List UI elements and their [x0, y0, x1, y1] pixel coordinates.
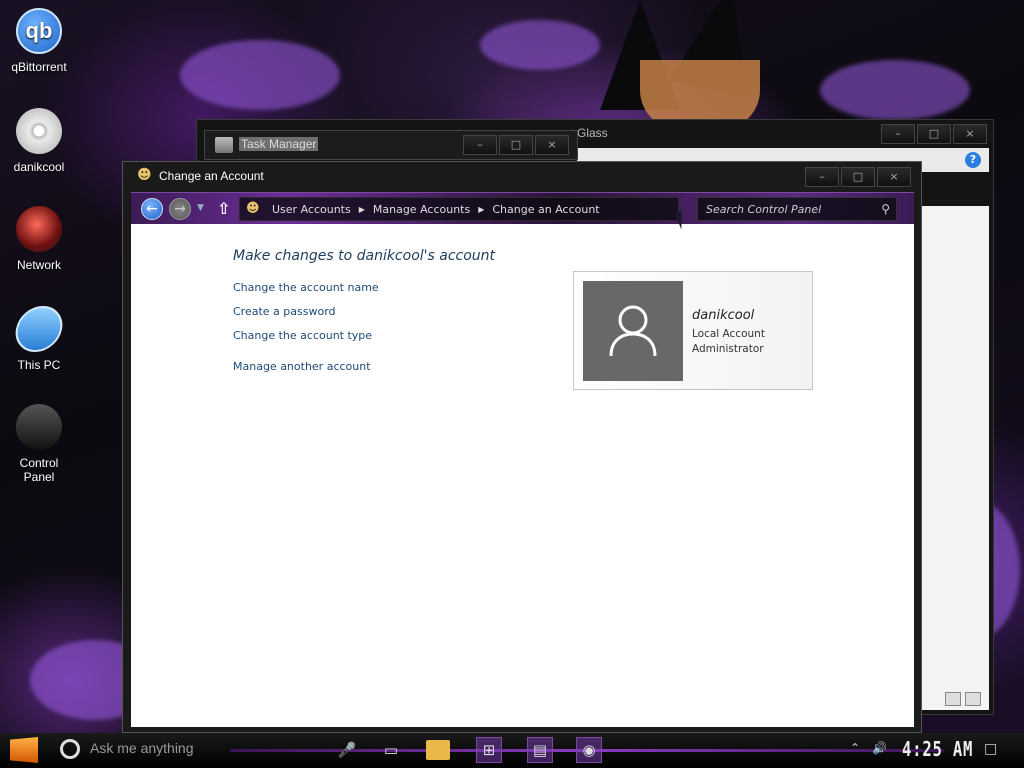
computer-icon [11, 306, 67, 352]
title-bar[interactable]: ☻ Change an Account – □ × [123, 162, 921, 192]
store-icon[interactable]: ⊞ [476, 737, 502, 763]
breadcrumb-change-account[interactable]: Change an Account [492, 203, 599, 216]
taskbar: Ask me anything 🎤 ▭ ⊞ ▤ ◉ ⌃ 🔊 4:25 AM □ [0, 733, 1024, 768]
search-placeholder: Search Control Panel [706, 202, 822, 216]
account-role: Administrator [692, 343, 764, 355]
wallpaper-splatter [180, 40, 340, 110]
help-icon[interactable]: ? [965, 152, 981, 168]
action-center-icon[interactable]: □ [984, 741, 997, 757]
recent-locations-chevron-icon[interactable]: ▼ [197, 203, 204, 213]
window-title: Change an Account [159, 169, 264, 183]
desktop-icon-qbittorrent[interactable]: qb qBittorrent [4, 8, 74, 74]
minimize-button[interactable]: – [881, 124, 915, 144]
window-controls: – □ × [805, 167, 911, 187]
account-name: danikcool [692, 308, 755, 323]
breadcrumb-separator-icon[interactable]: ▶ [478, 205, 484, 214]
desktop-icon-control-panel[interactable]: Control Panel [4, 404, 74, 484]
microphone-icon[interactable]: 🎤 [334, 737, 360, 763]
desktop-icon-label: Network [16, 258, 61, 272]
search-input[interactable]: Search Control Panel ⚲ [697, 197, 897, 221]
background-window-title: Glass [577, 126, 608, 140]
forward-arrow-icon[interactable]: → [169, 198, 191, 220]
cortana-icon[interactable] [60, 739, 80, 759]
account-card: danikcool Local Account Administrator [573, 271, 813, 390]
desktop-icon-network[interactable]: Network [4, 206, 74, 272]
search-icon[interactable]: ⚲ [881, 202, 890, 216]
avatar [583, 281, 683, 381]
change-account-window[interactable]: ☻ Change an Account – □ × ← → ▼ ⇧ ☻ User… [122, 161, 922, 733]
window-controls: – □ × [881, 124, 987, 144]
large-icons-view-icon[interactable] [965, 692, 981, 706]
wallpaper-splatter [480, 20, 600, 70]
control-panel-icon [16, 404, 62, 450]
minimize-button[interactable]: – [463, 135, 497, 155]
manage-another-account-link[interactable]: Manage another account [233, 360, 371, 373]
wallpaper-splatter [820, 60, 970, 120]
task-manager-window[interactable]: Task Manager – □ × [204, 130, 578, 160]
start-button[interactable] [10, 737, 38, 763]
control-panel-taskbar-icon[interactable]: ◉ [576, 737, 602, 763]
breadcrumb: User Accounts ▶ Manage Accounts ▶ Change… [272, 203, 600, 216]
page-title: Make changes to danikcool's account [233, 248, 496, 264]
taskbar-clock[interactable]: 4:25 AM [902, 737, 973, 761]
details-view-icon[interactable] [945, 692, 961, 706]
qbittorrent-icon: qb [16, 8, 62, 54]
users-icon: ☻ [137, 167, 152, 183]
close-button[interactable]: × [877, 167, 911, 187]
close-button[interactable]: × [535, 135, 569, 155]
task-manager-icon [215, 137, 233, 153]
up-arrow-icon[interactable]: ⇧ [217, 199, 230, 218]
back-arrow-icon[interactable]: ← [141, 198, 163, 220]
change-type-link[interactable]: Change the account type [233, 329, 372, 342]
maximize-button[interactable]: □ [841, 167, 875, 187]
task-manager-title: Task Manager [239, 137, 319, 151]
desktop-icon-label: This PC [17, 358, 61, 372]
breadcrumb-user-accounts[interactable]: User Accounts [272, 203, 351, 216]
breadcrumb-manage-accounts[interactable]: Manage Accounts [373, 203, 470, 216]
desktop-icon-label: qBittorrent [11, 60, 67, 74]
volume-icon[interactable]: 🔊 [872, 741, 887, 755]
task-view-icon[interactable]: ▭ [378, 737, 404, 763]
breadcrumb-separator-icon[interactable]: ▶ [359, 205, 365, 214]
navigation-bar: ← → ▼ ⇧ ☻ User Accounts ▶ Manage Account… [131, 192, 914, 224]
desktop-icon-this-pc[interactable]: This PC [4, 306, 74, 372]
maximize-button[interactable]: □ [499, 135, 533, 155]
change-name-link[interactable]: Change the account name [233, 281, 379, 294]
desktop-icon-label: Control Panel [19, 456, 59, 484]
view-buttons [945, 692, 981, 706]
address-bar[interactable]: ☻ User Accounts ▶ Manage Accounts ▶ Chan… [239, 197, 679, 221]
account-type: Local Account [692, 328, 765, 340]
close-button[interactable]: × [953, 124, 987, 144]
desktop-icon-user-folder[interactable]: danikcool [4, 108, 74, 174]
task-manager-taskbar-icon[interactable]: ▤ [527, 737, 553, 763]
details-pane [915, 206, 989, 710]
minimize-button[interactable]: – [805, 167, 839, 187]
show-hidden-icons-chevron-icon[interactable]: ⌃ [850, 741, 860, 755]
users-icon: ☻ [246, 201, 260, 216]
network-icon [16, 206, 62, 252]
content-pane: Make changes to danikcool's account Chan… [131, 224, 914, 727]
file-explorer-icon[interactable] [426, 740, 450, 760]
window-controls: – □ × [463, 135, 569, 155]
taskbar-search[interactable]: Ask me anything [90, 740, 194, 756]
user-silhouette-icon [609, 305, 657, 357]
desktop-icon-label: danikcool [13, 160, 65, 174]
create-password-link[interactable]: Create a password [233, 305, 336, 318]
maximize-button[interactable]: □ [917, 124, 951, 144]
disc-icon [16, 108, 62, 154]
